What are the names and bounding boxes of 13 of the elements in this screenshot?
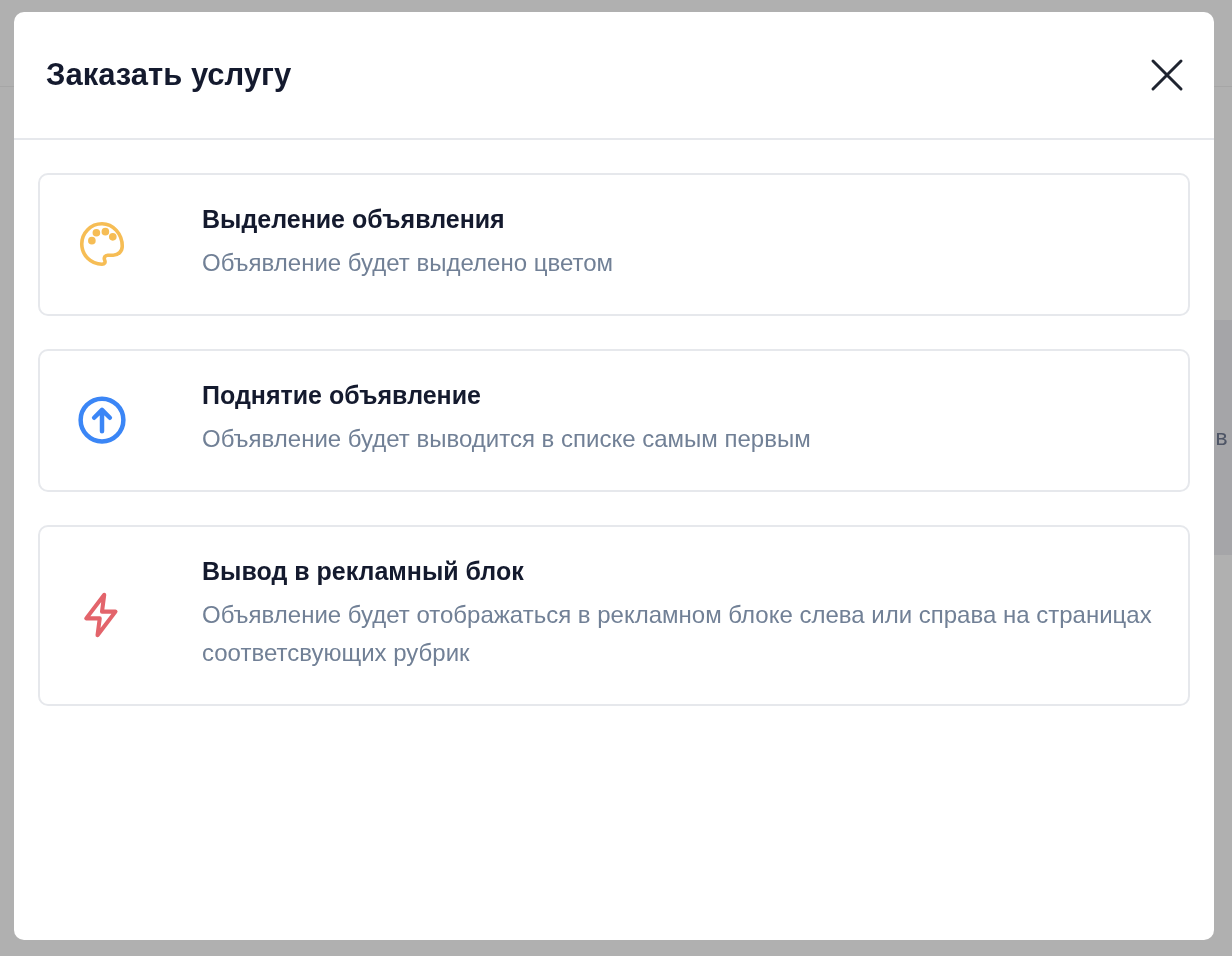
close-icon: [1150, 58, 1184, 92]
close-button[interactable]: [1150, 58, 1184, 92]
service-title: Выделение объявления: [202, 205, 506, 234]
service-description: Объявление будет выводится в списке самым первым: [202, 424, 811, 454]
service-option[interactable]: Вывод в рекламный блок Объявление будет отображаться в рекламном блоке слева или справа на страницах соответсвующих рубрик: [38, 525, 1190, 706]
service-option[interactable]: Поднятие объявление Объявление будет выводится в списке самым первым: [38, 349, 1190, 492]
dialog-title: Заказать услугу: [46, 57, 292, 93]
service-description: Объявление будет отображаться в рекламном блоке слева или справа на страницах соответсвующих рубрик: [202, 600, 1153, 668]
service-title: Вывод в рекламный блок: [202, 557, 525, 586]
service-option[interactable]: Выделение объявления Объявление будет выделено цветом: [38, 173, 1190, 316]
background-text: в: [1215, 425, 1228, 450]
service-title: Поднятие объявление: [202, 381, 482, 410]
service-description: Объявление будет выделено цветом: [202, 248, 613, 278]
